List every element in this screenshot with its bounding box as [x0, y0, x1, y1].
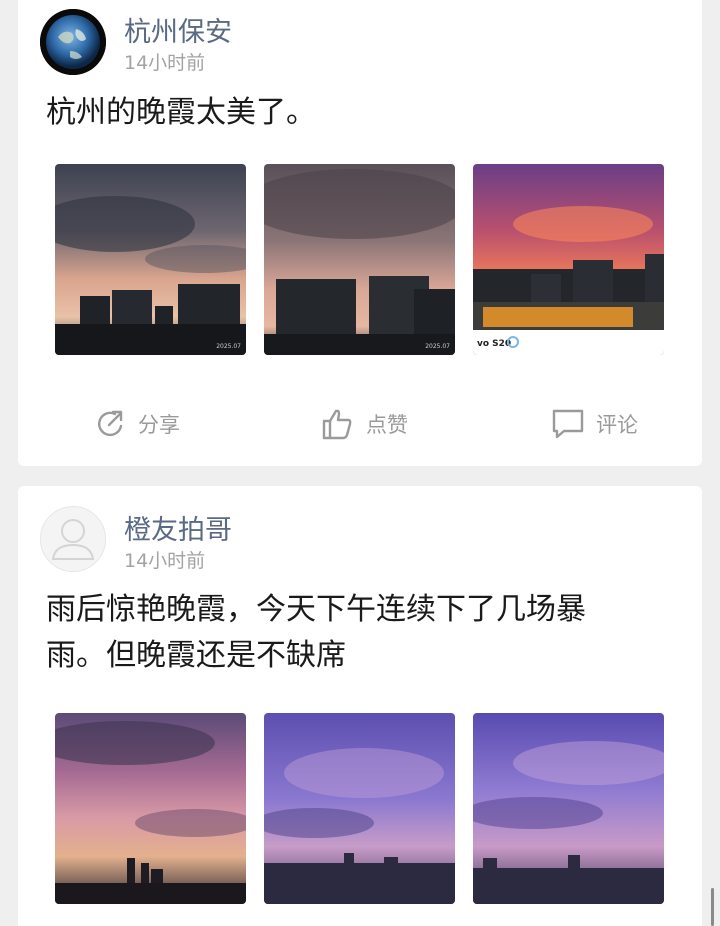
photo-thumbnail[interactable]: 2025.07	[264, 164, 455, 355]
avatar[interactable]	[40, 9, 106, 75]
post-content: 杭州的晚霞太美了。	[46, 95, 316, 130]
post-time: 14小时前	[124, 550, 206, 572]
photo-thumbnail[interactable]	[55, 713, 246, 904]
photo-thumbnail[interactable]: vo S20	[473, 164, 664, 355]
action-bar: 分享 点赞 评论	[18, 406, 702, 450]
photo-caption: 2025.07	[425, 343, 450, 350]
photo-thumbnail[interactable]	[264, 713, 455, 904]
post-content: 雨后惊艳晚霞，今天下午连续下了几场暴 雨。但晚霞还是不缺席	[46, 587, 662, 679]
photo-caption: vo S20	[477, 339, 511, 349]
share-button[interactable]: 分享	[92, 406, 180, 442]
comment-label: 评论	[596, 413, 638, 437]
avatar[interactable]	[40, 506, 106, 572]
username[interactable]: 杭州保安	[124, 10, 232, 49]
comment-button[interactable]: 评论	[550, 406, 638, 442]
like-label: 点赞	[366, 413, 408, 437]
thumbs-up-icon	[322, 409, 352, 440]
like-button[interactable]: 点赞	[320, 406, 408, 442]
username[interactable]: 橙友拍哥	[124, 508, 232, 547]
comment-icon	[552, 409, 584, 439]
photo-thumbnail[interactable]: 2025.07	[55, 164, 246, 355]
post-card: 杭州保安 14小时前 杭州的晚霞太美了。 2025.07 2025.07 vo …	[18, 0, 702, 466]
post-content-line: 雨后惊艳晚霞，今天下午连续下了几场暴	[46, 592, 586, 627]
share-label: 分享	[138, 413, 180, 437]
share-icon	[98, 410, 123, 437]
post-time: 14小时前	[124, 52, 206, 74]
default-avatar-icon	[41, 507, 105, 571]
post-card: 橙友拍哥 14小时前 雨后惊艳晚霞，今天下午连续下了几场暴 雨。但晚霞还是不缺席	[18, 486, 702, 926]
scrollbar[interactable]	[711, 888, 714, 926]
photo-caption: 2025.07	[216, 343, 241, 350]
post-content-line: 雨。但晚霞还是不缺席	[46, 638, 346, 673]
photo-thumbnail[interactable]	[473, 713, 664, 904]
